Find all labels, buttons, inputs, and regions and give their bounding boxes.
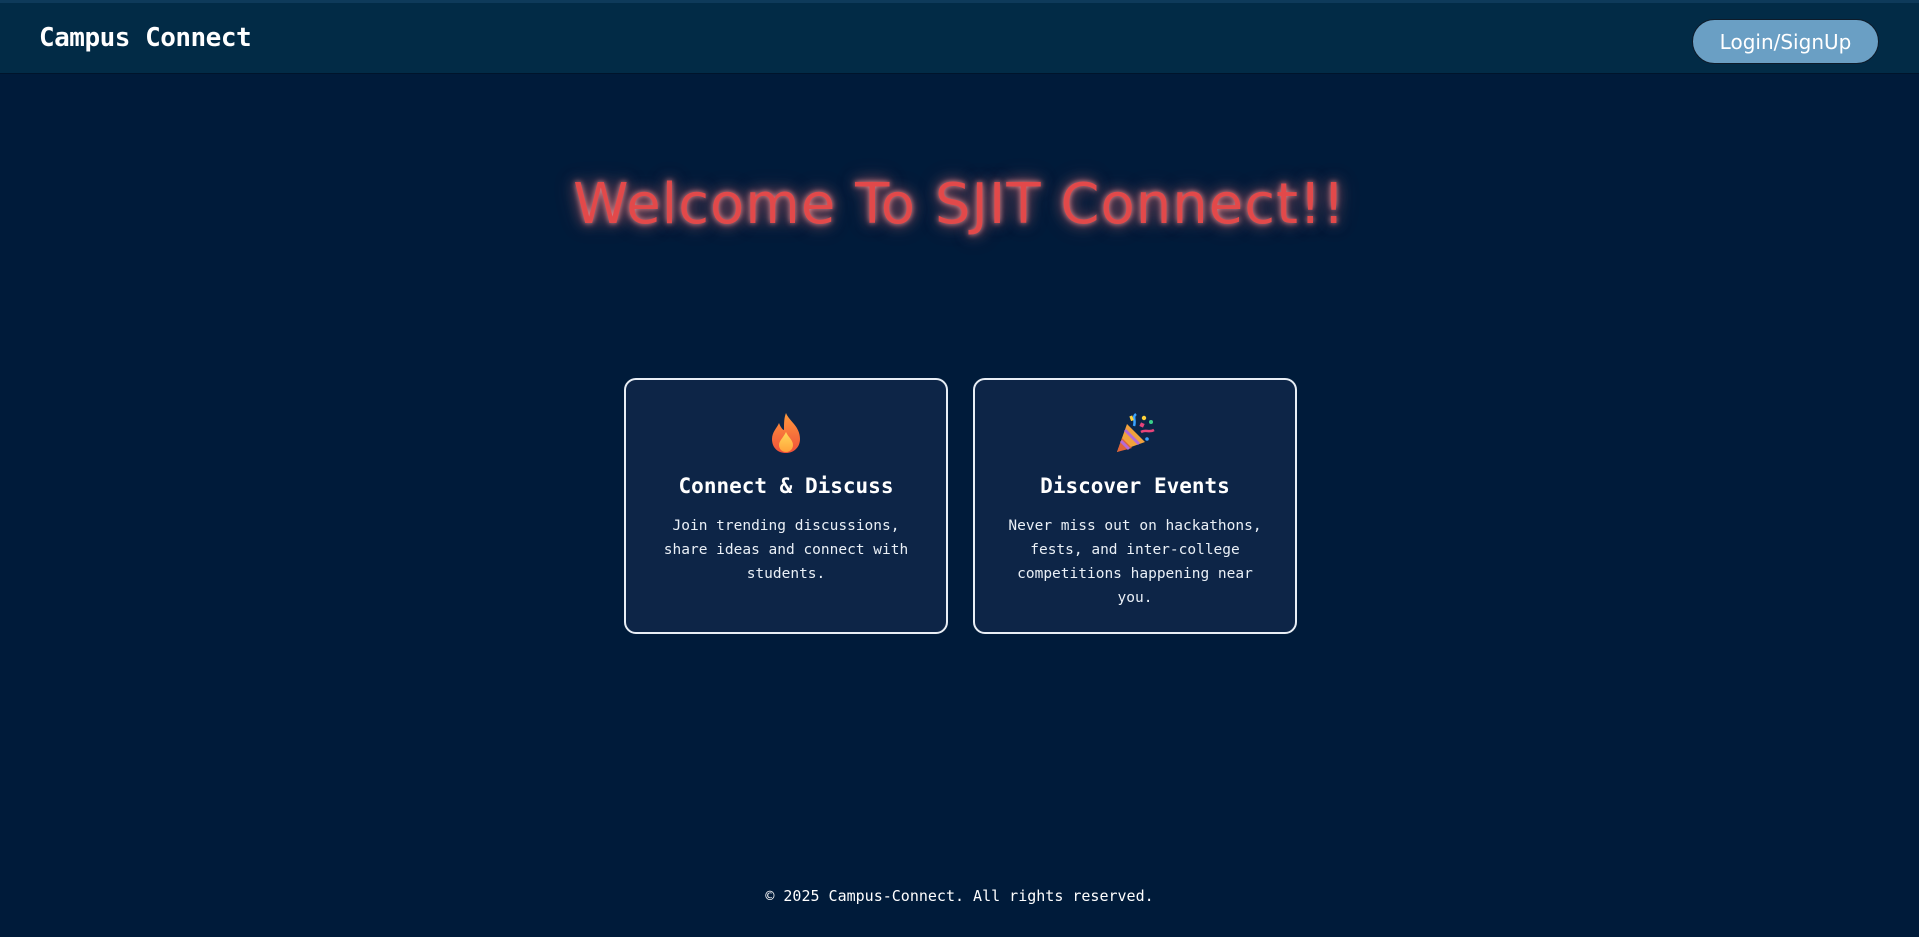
party-popper-icon (975, 411, 1295, 455)
card-title: Discover Events (1040, 474, 1230, 498)
brand-logo-text[interactable]: Campus Connect (39, 23, 252, 53)
feature-card-connect-discuss[interactable]: Connect & Discuss Join trending discussi… (624, 378, 948, 634)
card-description: Never miss out on hackathons, fests, and… (1008, 518, 1262, 606)
hero-title: Welcome To SJIT Connect!! (573, 172, 1346, 237)
card-title: Connect & Discuss (678, 474, 894, 498)
feature-card-discover-events[interactable]: Discover Events Never miss out on hackat… (973, 378, 1297, 634)
card-description: Join trending discussions, share ideas a… (663, 518, 909, 582)
fire-icon (626, 411, 946, 455)
top-navbar: Campus Connect Login/SignUp (0, 0, 1919, 73)
login-signup-button[interactable]: Login/SignUp (1692, 19, 1879, 64)
footer-copyright: © 2025 Campus-Connect. All rights reserv… (765, 887, 1154, 905)
